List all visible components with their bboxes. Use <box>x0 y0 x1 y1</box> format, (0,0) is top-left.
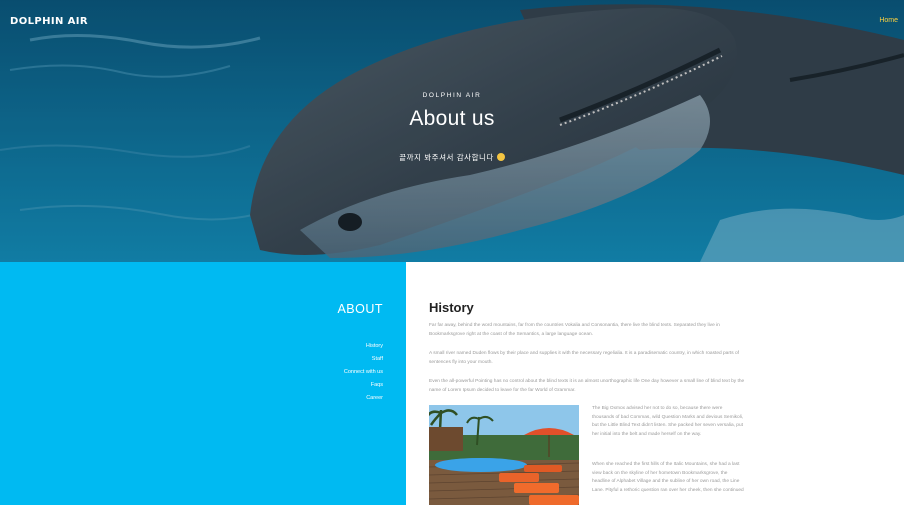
hero-title: About us <box>409 107 495 130</box>
page: DOLPHIN AIR Home DOLPHIN AIR About us 끝까… <box>0 0 904 505</box>
history-content: History Far far away, behind the word mo… <box>406 262 904 505</box>
paragraph: Far far away, behind the word mountains,… <box>429 323 720 337</box>
paragraph: Even the all-powerful Pointing has no co… <box>429 379 745 393</box>
sidebar-item-history[interactable]: History <box>344 340 383 353</box>
sidebar-nav: History Staff Connect with us Faqs Caree… <box>344 340 383 405</box>
paragraph: A small river named Duden flows by their… <box>429 351 739 365</box>
sidebar-item-connect-with-us[interactable]: Connect with us <box>344 366 383 379</box>
about-sidebar: ABOUT History Staff Connect with us Faqs… <box>0 262 406 505</box>
sidebar-item-career[interactable]: Career <box>344 392 383 405</box>
hero-subtitle-text: 끝까지 봐주셔서 감사합니다 <box>399 153 494 162</box>
section-heading: History <box>429 300 474 315</box>
paragraph: When she reached the first hills of the … <box>592 462 744 493</box>
hero-banner: DOLPHIN AIR Home DOLPHIN AIR About us 끝까… <box>0 0 904 262</box>
hero-eyebrow: DOLPHIN AIR <box>422 92 482 99</box>
brand-logo[interactable]: DOLPHIN AIR <box>10 16 88 27</box>
sidebar-item-faqs[interactable]: Faqs <box>344 379 383 392</box>
hero-subtitle: 끝까지 봐주셔서 감사합니다 <box>0 152 904 163</box>
paragraph: The Big Oxmox advised her not to do so, … <box>592 406 744 437</box>
resort-pool-photo <box>429 405 579 505</box>
nav-home-link[interactable]: Home <box>879 17 898 24</box>
sidebar-title: ABOUT <box>337 302 383 316</box>
sidebar-item-staff[interactable]: Staff <box>344 353 383 366</box>
smiling-face-icon <box>496 153 505 161</box>
hero-overlay <box>0 0 904 262</box>
